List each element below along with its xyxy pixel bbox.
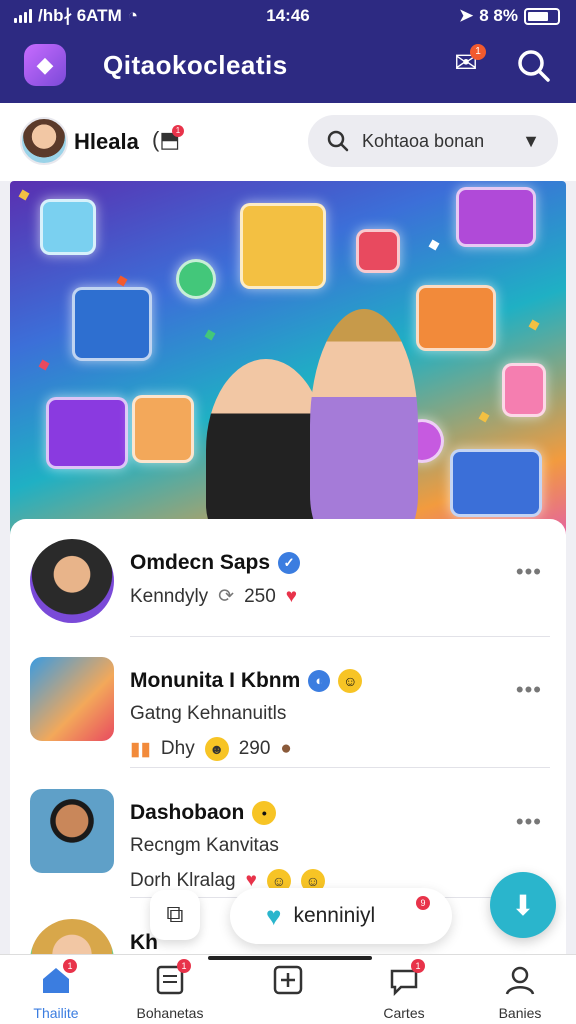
notification-button[interactable]: ✉ 1 [448, 44, 486, 82]
item-count: 290 [238, 738, 271, 759]
game-tile-icon [132, 395, 194, 463]
nav-badge: 1 [177, 959, 191, 973]
nav-profile[interactable]: Banies [470, 963, 570, 1023]
more-options-button[interactable]: ••• [516, 809, 542, 835]
nav-add[interactable] [238, 963, 338, 1023]
message-pill-button[interactable]: ♥ kenniniyl 9 [230, 888, 452, 944]
chat-button[interactable]: (⬒ 1 [152, 125, 186, 155]
chat-badge-icon: ◐ [308, 670, 331, 692]
person-right-illustration [310, 309, 418, 541]
chat-bubble-icon: ♥ [266, 900, 282, 931]
music-note-icon [176, 259, 216, 299]
confetti [116, 275, 128, 287]
search-button[interactable] [514, 46, 554, 86]
home-icon: 1 [39, 959, 77, 997]
item-title: Dashobaon [130, 801, 245, 824]
emoji-icon: ☺ [338, 669, 363, 693]
game-tile-icon [502, 363, 546, 417]
message-pill-badge: 9 [416, 896, 430, 910]
nav-bohanetas[interactable]: 1 Bohanetas [120, 959, 220, 1023]
nav-label: Cartes [383, 1005, 425, 1021]
download-icon: ⬇ [511, 889, 535, 921]
item-title: Monunita I Kbnm [130, 669, 301, 692]
reaction-icon[interactable]: ● [280, 738, 291, 760]
chat-badge: 1 [172, 125, 184, 137]
nav-badge: 1 [411, 959, 425, 973]
bar-chart-icon: ▮▮ [130, 738, 151, 760]
confetti [428, 239, 440, 251]
thumbnail [30, 789, 114, 873]
confetti [204, 329, 216, 341]
avatar [30, 919, 114, 959]
emoji-icon: ☻ [204, 737, 229, 761]
more-options-button[interactable]: ••• [516, 559, 542, 585]
verified-icon: ✓ [278, 552, 301, 574]
item-meta: Dhy [160, 738, 195, 759]
nav-badge: 1 [63, 959, 77, 973]
chat-icon: 1 [387, 959, 425, 997]
list-item[interactable]: Omdecn Saps ✓ Kenndyly ⟳ 250 ♥ ••• [10, 519, 566, 649]
item-count: 250 [244, 585, 276, 607]
nav-label: Thailite [33, 1005, 79, 1021]
app-bar: ◆ Qitaokocleatis ✉ 1 [0, 38, 576, 98]
avatar[interactable] [20, 117, 68, 165]
app-title: Qitaokocleatis [103, 50, 288, 80]
game-tile-icon [416, 285, 496, 351]
item-meta: Dorh Klralag [130, 870, 236, 891]
chevron-down-icon: ▼ [522, 130, 540, 151]
location-icon: ➤ [459, 6, 474, 25]
search-icon [518, 50, 550, 82]
hero-banner[interactable] [10, 181, 566, 541]
item-subtitle: Gatng Kehnanuitls [130, 703, 287, 724]
confetti [38, 359, 50, 371]
nav-label: Banies [498, 1005, 542, 1021]
notification-badge: 1 [470, 44, 486, 60]
thumbnail [30, 657, 114, 741]
heart-icon[interactable]: ♥ [286, 586, 297, 608]
item-subtitle: Recngm Kanvitas [130, 835, 279, 856]
home-indicator [208, 956, 372, 960]
nav-cartes[interactable]: 1 Cartes [354, 959, 454, 1023]
confetti [18, 189, 30, 201]
list-item[interactable]: Monunita I Kbnm ◐ ☺ Gatng Kehnanuitls ▮▮… [10, 637, 566, 767]
emoji-icon: • [252, 801, 277, 825]
item-title: Omdecn Saps [130, 551, 271, 574]
divider [130, 767, 550, 768]
app-logo-icon[interactable]: ◆ [24, 44, 66, 86]
confetti [478, 411, 490, 423]
game-tile-icon [240, 203, 326, 289]
user-icon [503, 963, 537, 997]
share-button[interactable]: ⧉ [150, 890, 200, 940]
item-subtitle: Kenndyly [130, 585, 209, 607]
battery-icon [524, 7, 560, 25]
profile-row: Hleala (⬒ 1 Kohtaoa bonan ▼ [0, 103, 576, 181]
status-bar: /hb∤ 6ATM ◔ 14:46 ➤ 8 8% [0, 6, 576, 26]
game-tile-icon [40, 199, 96, 255]
list-item[interactable]: Dashobaon • Recngm Kanvitas Dorh Klralag… [10, 769, 566, 899]
search-dropdown-value: Kohtaoa bonan [362, 130, 485, 151]
download-fab[interactable]: ⬇ [490, 872, 556, 938]
profile-name: Hleala [74, 129, 139, 154]
document-icon: 1 [153, 959, 191, 997]
nav-label: Bohanetas [136, 1005, 204, 1021]
add-icon [271, 963, 305, 997]
message-pill-label: kenniniyl [293, 904, 376, 927]
avatar [30, 539, 114, 623]
search-icon [327, 130, 349, 152]
person-left-illustration [206, 359, 326, 541]
bottom-nav: 1 Thailite 1 Bohanetas 1 Cartes Banies [0, 954, 576, 1024]
top-bar: /hb∤ 6ATM ◔ 14:46 ➤ 8 8% ◆ Qitaokocleati… [0, 0, 576, 103]
battery-percent: 8 8% [479, 6, 518, 25]
share-icon: ⧉ [166, 901, 184, 928]
confetti [528, 319, 540, 331]
clock-icon: ⟳ [218, 586, 235, 607]
more-options-button[interactable]: ••• [516, 677, 542, 703]
search-dropdown[interactable]: Kohtaoa bonan ▼ [308, 115, 558, 167]
game-tile-icon [456, 187, 536, 247]
nav-home[interactable]: 1 Thailite [6, 959, 106, 1023]
game-tile-icon [450, 449, 542, 517]
game-tile-icon [46, 397, 128, 469]
game-tile-icon [356, 229, 400, 273]
game-tile-icon [72, 287, 152, 361]
